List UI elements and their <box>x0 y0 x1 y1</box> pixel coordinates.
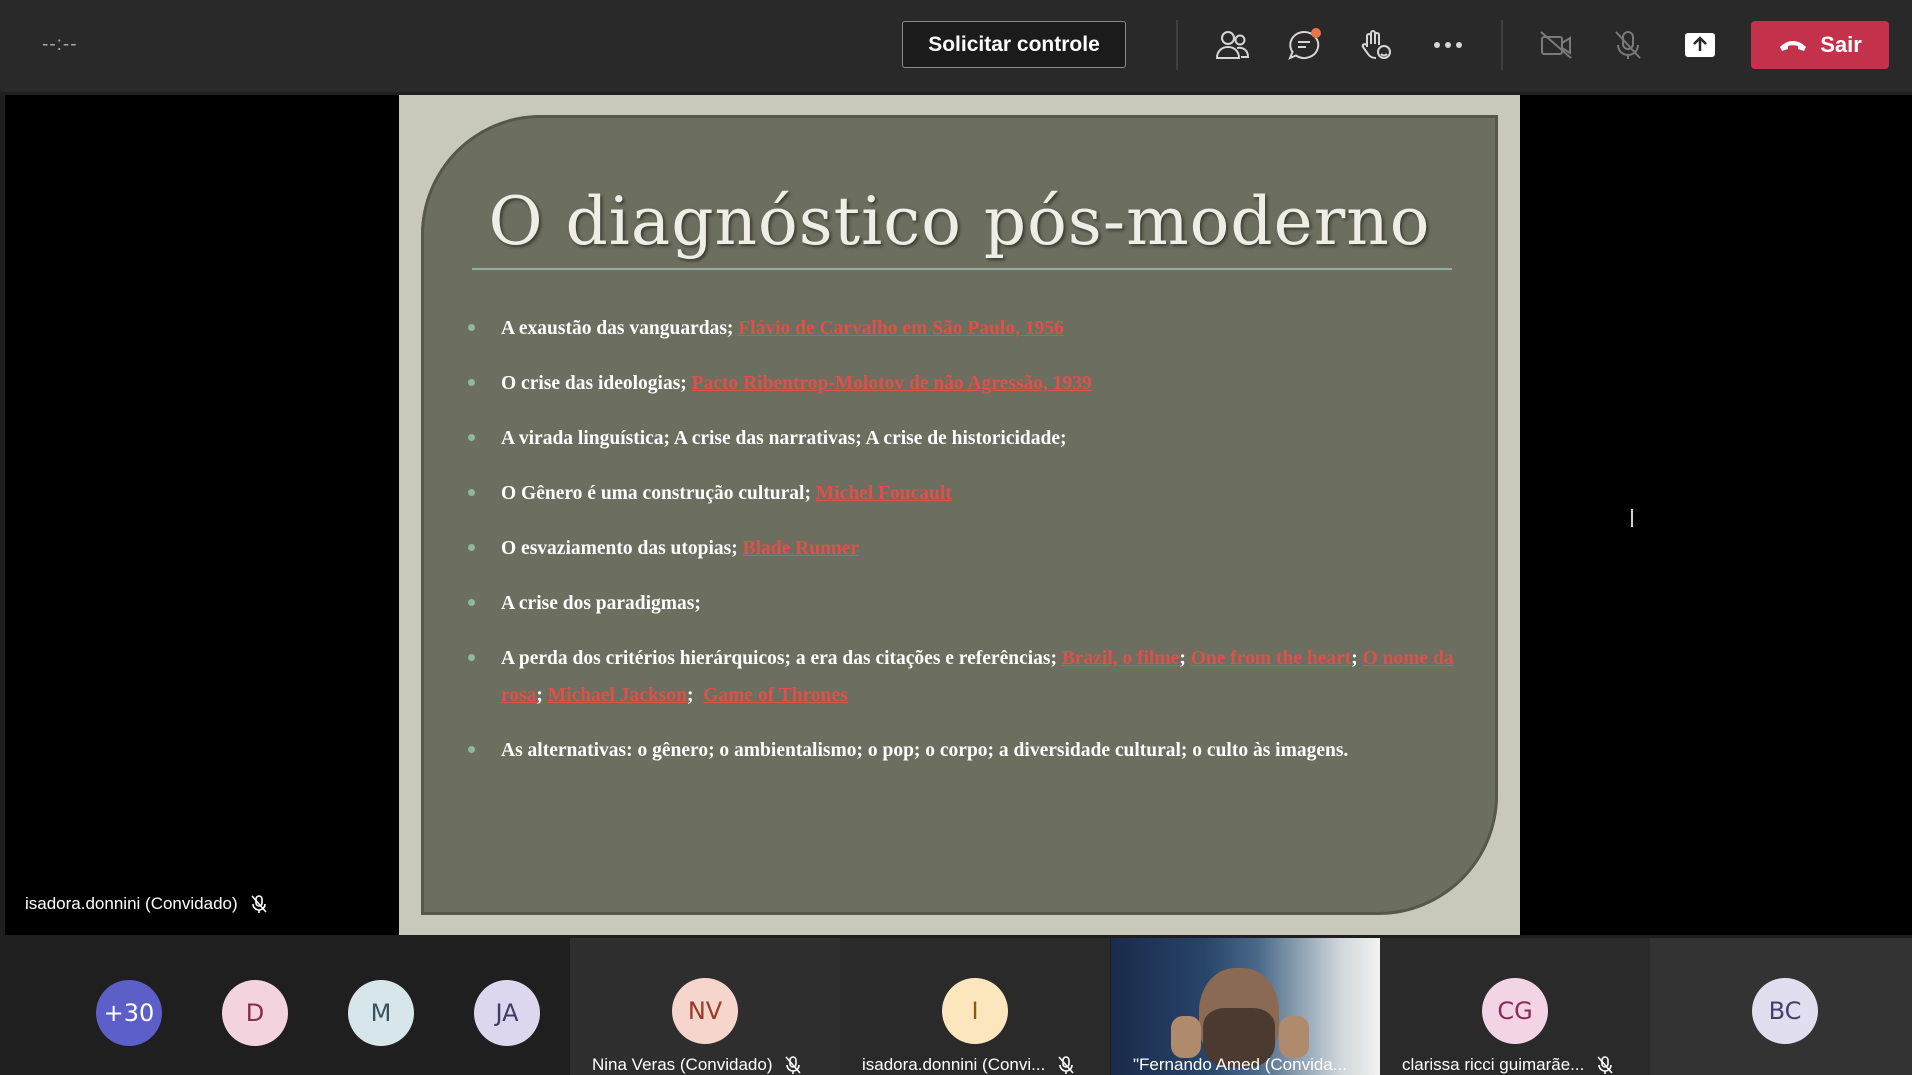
title-underline <box>472 268 1452 270</box>
request-control-button[interactable]: Solicitar controle <box>902 21 1126 68</box>
shared-slide: O diagnóstico pós-moderno A exaustão das… <box>399 95 1520 935</box>
slide-link[interactable]: Brazil, o filme <box>1062 648 1180 669</box>
bullet-text: O crise das ideologias; <box>501 373 692 394</box>
participant-tile[interactable]: BC <box>1650 938 1912 1075</box>
slide-title: O diagnóstico pós-moderno <box>488 183 1431 260</box>
leave-button[interactable]: Sair <box>1751 21 1889 69</box>
list-item: A perda dos critérios hierárquicos; a er… <box>466 640 1481 714</box>
bullet-icon <box>468 489 475 496</box>
meeting-timer: --:-- <box>42 34 78 55</box>
avatar: I <box>942 978 1008 1044</box>
participant-hand <box>1171 1016 1201 1058</box>
bullet-icon <box>468 434 475 441</box>
mic-off-icon[interactable] <box>1605 22 1651 68</box>
slide-link[interactable]: Blade Runner <box>743 538 859 559</box>
bullet-icon <box>468 324 475 331</box>
list-item: A crise dos paradigmas; <box>466 585 1481 622</box>
participant-name-row: "Fernando Amed (Convida... <box>1133 1055 1347 1075</box>
participant-tile[interactable]: NV Nina Veras (Convidado) <box>570 938 840 1075</box>
bullet-text: As alternativas: o gênero; o ambientalis… <box>501 740 1349 761</box>
list-item: As alternativas: o gênero; o ambientalis… <box>466 732 1481 769</box>
slide-link[interactable]: Michel Foucault <box>816 483 952 504</box>
slide-link[interactable]: Game of Thrones <box>703 685 847 706</box>
mic-off-icon <box>1058 1056 1074 1074</box>
bullet-text: O Gênero é uma construção cultural; <box>501 483 816 504</box>
slide-bullet-list: A exaustão das vanguardas; Flávio de Car… <box>466 310 1481 787</box>
toolbar-divider <box>1176 20 1178 70</box>
slide-body: O diagnóstico pós-moderno A exaustão das… <box>421 115 1498 915</box>
participant-hand <box>1279 1016 1309 1058</box>
participant-name-row: isadora.donnini (Convi... <box>862 1055 1075 1075</box>
participant-video-tile[interactable]: "Fernando Amed (Convida... <box>1111 938 1380 1075</box>
avatar[interactable]: M <box>348 980 414 1046</box>
list-item: A virada linguística; A crise das narrat… <box>466 420 1481 457</box>
notification-dot <box>1311 28 1321 38</box>
bullet-icon <box>468 599 475 606</box>
mic-off-icon <box>251 895 267 913</box>
toolbar-divider <box>1501 20 1503 70</box>
more-participants-button[interactable]: +30 <box>96 980 162 1046</box>
share-icon[interactable] <box>1677 22 1723 68</box>
avatar[interactable]: JA <box>474 980 540 1046</box>
phone-icon <box>1780 41 1807 51</box>
meeting-toolbar: --:-- Solicitar controle Sair <box>0 0 1912 92</box>
participant-name: "Fernando Amed (Convida... <box>1133 1055 1347 1074</box>
reactions-icon[interactable] <box>1353 22 1399 68</box>
presenter-name-tag: isadora.donnini (Convidado) <box>25 894 268 914</box>
avatar: CG <box>1482 978 1548 1044</box>
camera-off-icon[interactable] <box>1533 22 1579 68</box>
bullet-icon <box>468 544 475 551</box>
bullet-icon <box>468 746 475 753</box>
people-icon[interactable] <box>1209 22 1255 68</box>
slide-link[interactable]: One from the heart <box>1191 648 1351 669</box>
presenter-name: isadora.donnini (Convidado) <box>25 894 238 913</box>
more-icon[interactable] <box>1425 22 1471 68</box>
mic-off-icon <box>785 1056 802 1074</box>
leave-label: Sair <box>1820 32 1862 57</box>
bullet-icon <box>468 379 475 386</box>
participant-strip: +30 D M JA NV Nina Veras (Convidado) I i… <box>0 938 1912 1075</box>
mic-off-icon <box>1597 1056 1613 1074</box>
text-cursor <box>1631 509 1633 527</box>
list-item: A exaustão das vanguardas; Flávio de Car… <box>466 310 1481 347</box>
chat-icon[interactable] <box>1281 22 1327 68</box>
participant-name-row: clarissa ricci guimarãe... <box>1402 1055 1614 1075</box>
list-item: O crise das ideologias; Pacto Ribentrop-… <box>466 365 1481 402</box>
participant-name: clarissa ricci guimarãe... <box>1402 1055 1585 1074</box>
avatar[interactable]: D <box>222 980 288 1046</box>
bullet-text: A exaustão das vanguardas; <box>501 318 739 339</box>
avatar: NV <box>672 978 738 1044</box>
slide-link[interactable]: Flávio de Carvalho em São Paulo, 1956 <box>738 318 1064 339</box>
bullet-text: A crise dos paradigmas; <box>501 593 701 614</box>
bullet-text: A virada linguística; A crise das narrat… <box>501 428 1067 449</box>
slide-link[interactable]: Pacto Ribentrop-Molotov de não Agressão,… <box>692 373 1092 394</box>
bullet-icon <box>468 654 475 661</box>
list-item: O Gênero é uma construção cultural; Mich… <box>466 475 1481 512</box>
participant-name-row: Nina Veras (Convidado) <box>592 1055 802 1075</box>
list-item: O esvaziamento das utopias; Blade Runner <box>466 530 1481 567</box>
avatar: BC <box>1752 978 1818 1044</box>
participant-name: Nina Veras (Convidado) <box>592 1055 773 1074</box>
slide-link[interactable]: Michael Jackson <box>548 685 687 706</box>
participant-tile[interactable]: I isadora.donnini (Convi... <box>840 938 1110 1075</box>
bullet-text: A perda dos critérios hierárquicos; a er… <box>501 648 1062 669</box>
participant-tile[interactable]: CG clarissa ricci guimarãe... <box>1380 938 1650 1075</box>
bullet-text: O esvaziamento das utopias; <box>501 538 743 559</box>
participant-name: isadora.donnini (Convi... <box>862 1055 1046 1074</box>
